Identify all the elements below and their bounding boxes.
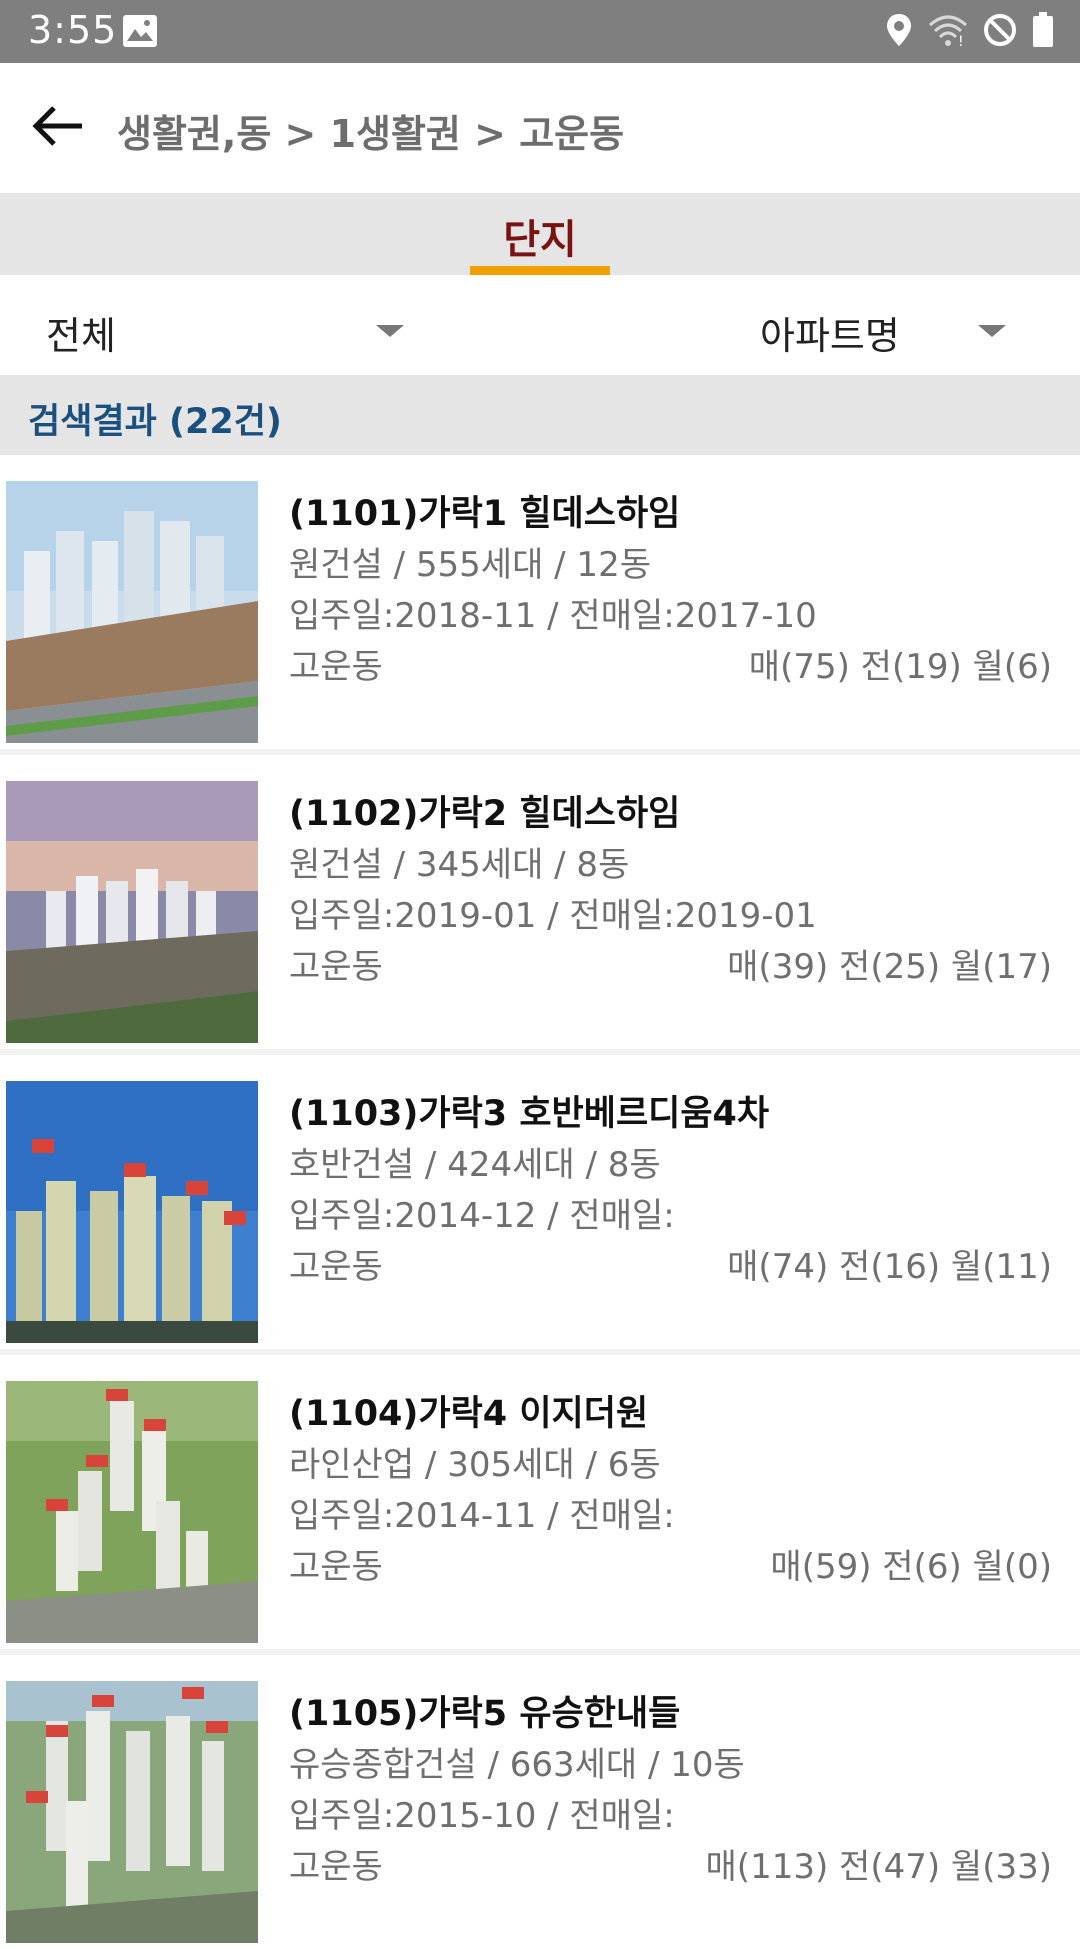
complex-dates: 입주일:2019-01 / 전매일:2019-01 <box>289 896 817 936</box>
chevron-down-icon <box>978 325 1006 337</box>
complex-area: 고운동 <box>289 1247 383 1287</box>
complex-list: (1101)가락1 힐데스하임 원건설 / 555세대 / 12동 입주일:20… <box>0 455 1080 1949</box>
list-item[interactable]: (1102)가락2 힐데스하임 원건설 / 345세대 / 8동 입주일:201… <box>0 755 1080 1049</box>
complex-name: (1101)가락1 힐데스하임 <box>289 494 681 534</box>
complex-thumbnail <box>6 481 258 743</box>
complex-builder-info: 원건설 / 345세대 / 8동 <box>289 845 630 885</box>
complex-dates: 입주일:2014-11 / 전매일: <box>289 1496 675 1536</box>
complex-area: 고운동 <box>289 947 383 987</box>
complex-name: (1104)가락4 이지더원 <box>289 1394 649 1434</box>
complex-name: (1102)가락2 힐데스하임 <box>289 794 681 834</box>
category-dropdown-value: 전체 <box>46 314 116 358</box>
complex-builder-info: 유승종합건설 / 663세대 / 10동 <box>289 1745 745 1785</box>
listing-counts: 매(75) 전(19) 월(6) <box>748 647 1052 687</box>
sort-dropdown-value: 아파트명 <box>760 314 900 358</box>
complex-name: (1105)가락5 유승한내들 <box>289 1694 681 1734</box>
svg-text:!: ! <box>958 34 964 47</box>
tab-bar: 단지 <box>0 193 1080 275</box>
listing-counts: 매(59) 전(6) 월(0) <box>770 1547 1052 1587</box>
complex-builder-info: 호반건설 / 424세대 / 8동 <box>289 1145 661 1185</box>
complex-area: 고운동 <box>289 647 383 687</box>
wifi-icon: ! <box>928 13 968 51</box>
tab-complex-label: 단지 <box>503 217 577 263</box>
listing-counts: 매(74) 전(16) 월(11) <box>727 1247 1052 1287</box>
listing-counts: 매(113) 전(47) 월(33) <box>705 1847 1052 1887</box>
back-arrow-icon <box>32 106 82 146</box>
location-icon <box>884 12 914 52</box>
complex-dates: 입주일:2015-10 / 전매일: <box>289 1796 675 1836</box>
list-item[interactable]: (1104)가락4 이지더원 라인산업 / 305세대 / 6동 입주일:201… <box>0 1355 1080 1649</box>
complex-dates: 입주일:2014-12 / 전매일: <box>289 1196 675 1236</box>
sort-dropdown[interactable]: 아파트명 <box>760 275 1010 375</box>
complex-thumbnail <box>6 1681 258 1943</box>
complex-builder-info: 원건설 / 555세대 / 12동 <box>289 545 651 585</box>
filter-bar: 전체 아파트명 <box>0 275 1080 375</box>
status-time: 3:55 <box>28 8 118 52</box>
list-item[interactable]: (1103)가락3 호반베르디움4차 호반건설 / 424세대 / 8동 입주일… <box>0 1055 1080 1349</box>
tab-complex[interactable]: 단지 <box>470 193 610 275</box>
list-item[interactable]: (1101)가락1 힐데스하임 원건설 / 555세대 / 12동 입주일:20… <box>0 455 1080 749</box>
image-icon <box>122 14 158 52</box>
complex-thumbnail <box>6 1381 258 1643</box>
tab-indicator <box>470 266 610 275</box>
complex-dates: 입주일:2018-11 / 전매일:2017-10 <box>289 596 817 636</box>
chevron-down-icon <box>376 325 404 337</box>
listing-counts: 매(39) 전(25) 월(17) <box>727 947 1052 987</box>
complex-thumbnail <box>6 1081 258 1343</box>
battery-icon <box>1032 12 1054 52</box>
complex-thumbnail <box>6 781 258 1043</box>
category-dropdown[interactable]: 전체 <box>46 275 406 375</box>
breadcrumb: 생활권,동 > 1생활권 > 고운동 <box>117 112 625 156</box>
complex-area: 고운동 <box>289 1547 383 1587</box>
status-bar: 3:55 ! <box>0 0 1080 63</box>
complex-builder-info: 라인산업 / 305세대 / 6동 <box>289 1445 661 1485</box>
result-count: 검색결과 (22건) <box>28 402 282 442</box>
app-bar: 생활권,동 > 1생활권 > 고운동 <box>0 63 1080 193</box>
complex-area: 고운동 <box>289 1847 383 1887</box>
back-button[interactable] <box>30 101 90 156</box>
complex-name: (1103)가락3 호반베르디움4차 <box>289 1094 770 1134</box>
list-item[interactable]: (1105)가락5 유승한내들 유승종합건설 / 663세대 / 10동 입주일… <box>0 1655 1080 1949</box>
do-not-disturb-icon <box>982 12 1018 52</box>
result-count-header: 검색결과 (22건) <box>0 375 1080 455</box>
